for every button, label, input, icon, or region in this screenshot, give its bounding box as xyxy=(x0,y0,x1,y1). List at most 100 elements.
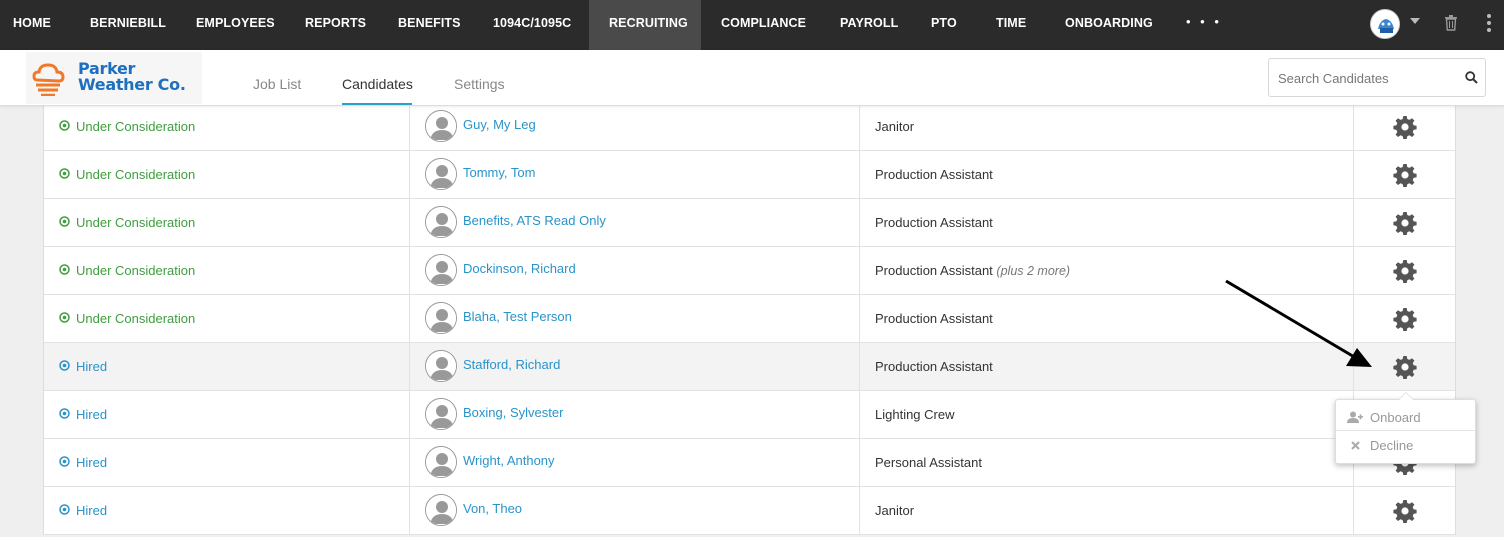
gear-icon[interactable] xyxy=(1393,115,1417,144)
candidate-name-link[interactable]: Von, Theo xyxy=(463,501,522,516)
target-icon xyxy=(59,263,70,278)
status-text: Under Consideration xyxy=(76,167,196,182)
job-title: Production Assistant xyxy=(875,215,993,230)
tab-candidates[interactable]: Candidates xyxy=(342,50,413,105)
job-title: Janitor xyxy=(875,503,914,518)
nav-berniebill[interactable]: BERNIEBILL xyxy=(76,0,180,50)
gear-icon[interactable] xyxy=(1393,307,1417,336)
job-cell: Production Assistant xyxy=(860,199,1354,246)
candidate-name-link[interactable]: Wright, Anthony xyxy=(463,453,555,468)
candidate-name-link[interactable]: Boxing, Sylvester xyxy=(463,405,563,420)
status-text: Hired xyxy=(76,359,108,374)
job-title-text: Production Assistant xyxy=(875,359,993,374)
status-text: Hired xyxy=(76,407,108,422)
target-icon xyxy=(59,503,70,518)
status-text: Under Consideration xyxy=(76,311,196,326)
candidate-name-link[interactable]: Dockinson, Richard xyxy=(463,261,576,276)
search-input[interactable] xyxy=(1278,68,1458,88)
nav-recruiting[interactable]: RECRUITING xyxy=(589,0,701,50)
company-logo[interactable]: Parker Weather Co. xyxy=(26,52,202,104)
job-title-text: Personal Assistant xyxy=(875,455,982,470)
job-title: Personal Assistant xyxy=(875,455,982,470)
trash-icon[interactable] xyxy=(1444,15,1458,31)
status-badge: Under Consideration xyxy=(59,263,195,278)
action-cell xyxy=(1354,343,1455,390)
user-avatar-image xyxy=(1372,11,1399,38)
nav-payroll[interactable]: PAYROLL xyxy=(826,0,912,50)
table-row: Hired Stafford, Richard Production Assista… xyxy=(44,343,1455,391)
nav-benefits[interactable]: BENEFITS xyxy=(384,0,475,50)
action-cell xyxy=(1354,487,1455,534)
status-cell: Under Consideration xyxy=(44,151,410,198)
job-title: Production Assistant xyxy=(875,167,993,182)
status-text: Under Consideration xyxy=(76,215,196,230)
nav-home[interactable]: HOME xyxy=(0,0,64,50)
user-avatar[interactable] xyxy=(1370,9,1400,39)
tab-settings[interactable]: Settings xyxy=(454,50,505,105)
job-title-text: Production Assistant xyxy=(875,167,993,182)
cloud-logo-icon xyxy=(32,63,65,96)
tab-job-list[interactable]: Job List xyxy=(253,50,301,105)
job-cell: Janitor xyxy=(860,103,1354,150)
status-badge: Under Consideration xyxy=(59,119,195,134)
status-cell: Under Consideration xyxy=(44,199,410,246)
table-row: Hired Wright, Anthony Personal Assistant xyxy=(44,439,1455,487)
job-title: Production Assistant xyxy=(875,311,993,326)
table-row: Under Consideration Benefits, ATS Read On… xyxy=(44,199,1455,247)
avatar xyxy=(425,494,457,526)
search-icon[interactable] xyxy=(1465,71,1478,84)
target-icon xyxy=(59,215,70,230)
logo-line-2: Weather Co. xyxy=(78,75,186,94)
chevron-down-icon[interactable] xyxy=(1410,18,1420,24)
name-cell: Benefits, ATS Read Only xyxy=(410,199,860,246)
candidates-table: Under Consideration Guy, My Leg Janitor Un… xyxy=(43,103,1456,535)
gear-icon[interactable] xyxy=(1393,163,1417,192)
name-cell: Boxing, Sylvester xyxy=(410,391,860,438)
close-icon xyxy=(1347,440,1363,450)
candidate-name-link[interactable]: Benefits, ATS Read Only xyxy=(463,213,606,228)
candidate-name-link[interactable]: Blaha, Test Person xyxy=(463,309,572,324)
status-text: Hired xyxy=(76,455,108,470)
table-row: Hired Von, Theo Janitor xyxy=(44,487,1455,535)
job-cell: Janitor xyxy=(860,487,1354,534)
gear-icon[interactable] xyxy=(1393,355,1417,384)
nav-time[interactable]: TIME xyxy=(982,0,1040,50)
job-title: Janitor xyxy=(875,119,914,134)
status-text: Under Consideration xyxy=(76,119,196,134)
gear-icon[interactable] xyxy=(1393,499,1417,528)
nav-pto[interactable]: PTO xyxy=(917,0,971,50)
nav-1094c-1095c[interactable]: 1094C/1095C xyxy=(479,0,585,50)
status-badge: Hired xyxy=(59,455,107,470)
candidate-name-link[interactable]: Tommy, Tom xyxy=(463,165,535,180)
nav-reports[interactable]: REPORTS xyxy=(291,0,380,50)
action-cell xyxy=(1354,151,1455,198)
status-badge: Under Consideration xyxy=(59,311,195,326)
status-cell: Hired xyxy=(44,487,410,534)
candidate-name-link[interactable]: Guy, My Leg xyxy=(463,117,536,132)
kebab-menu-icon[interactable] xyxy=(1486,13,1492,33)
status-badge: Hired xyxy=(59,503,107,518)
status-text: Hired xyxy=(76,503,108,518)
job-cell: Production Assistant xyxy=(860,343,1354,390)
avatar xyxy=(425,206,457,238)
status-badge: Under Consideration xyxy=(59,215,195,230)
gear-icon[interactable] xyxy=(1393,211,1417,240)
job-title: Production Assistant xyxy=(875,359,993,374)
avatar xyxy=(425,110,457,142)
nav-onboarding[interactable]: ONBOARDING xyxy=(1051,0,1167,50)
onboard-menu-item[interactable]: Onboard xyxy=(1336,403,1475,431)
gear-icon[interactable] xyxy=(1393,259,1417,288)
job-title-text: Production Assistant xyxy=(875,215,993,230)
name-cell: Von, Theo xyxy=(410,487,860,534)
name-cell: Wright, Anthony xyxy=(410,439,860,486)
nav-compliance[interactable]: COMPLIANCE xyxy=(707,0,820,50)
candidate-name-link[interactable]: Stafford, Richard xyxy=(463,357,560,372)
job-more-text: (plus 2 more) xyxy=(996,264,1071,278)
avatar xyxy=(425,398,457,430)
avatar xyxy=(425,158,457,190)
nav-more-button[interactable]: • • • xyxy=(1186,14,1222,29)
status-cell: Hired xyxy=(44,343,410,390)
decline-menu-item[interactable]: Decline xyxy=(1336,431,1475,459)
nav-employees[interactable]: EMPLOYEES xyxy=(182,0,289,50)
status-cell: Under Consideration xyxy=(44,247,410,294)
